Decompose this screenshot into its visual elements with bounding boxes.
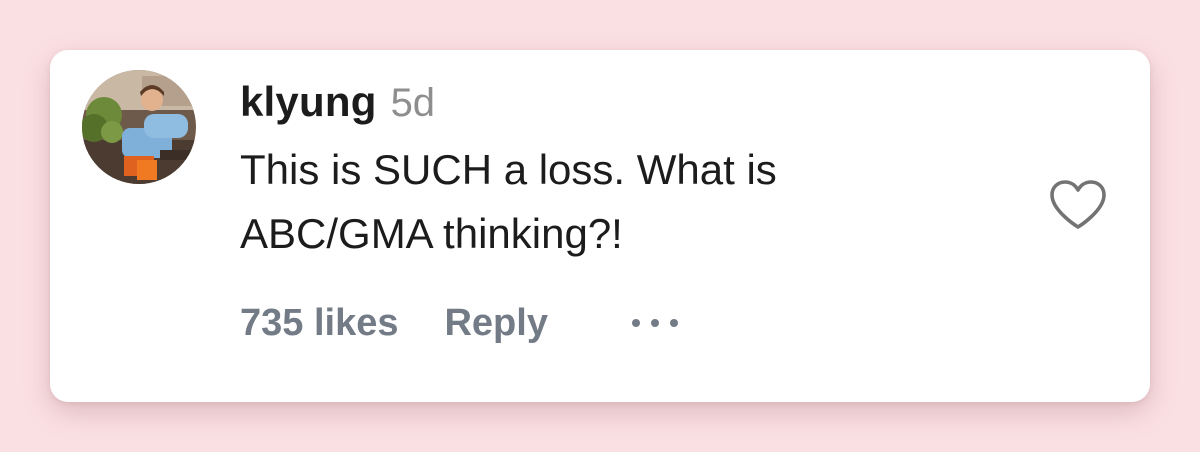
reply-button[interactable]: Reply xyxy=(444,302,547,345)
more-options-icon[interactable] xyxy=(631,298,689,348)
likes-count[interactable]: 735 likes xyxy=(240,302,398,345)
like-button[interactable] xyxy=(1048,178,1108,232)
more-dot xyxy=(669,319,678,327)
timestamp[interactable]: 5d xyxy=(391,81,436,126)
comment-text: This is SUCH a loss. What is ABC/GMA thi… xyxy=(240,146,777,257)
heart-outline-icon xyxy=(1050,180,1106,229)
comment-actions: 735 likes Reply xyxy=(240,298,689,348)
comment-card: klyung 5d This is SUCH a loss. What is A… xyxy=(50,50,1150,402)
more-dot xyxy=(650,319,659,327)
avatar-photo xyxy=(82,70,196,184)
username[interactable]: klyung xyxy=(240,78,377,126)
comment-content: klyung 5d This is SUCH a loss. What is A… xyxy=(240,78,1020,266)
more-dot xyxy=(631,319,640,327)
user-avatar[interactable] xyxy=(82,70,196,184)
comment-header: klyung 5d xyxy=(240,78,1020,132)
